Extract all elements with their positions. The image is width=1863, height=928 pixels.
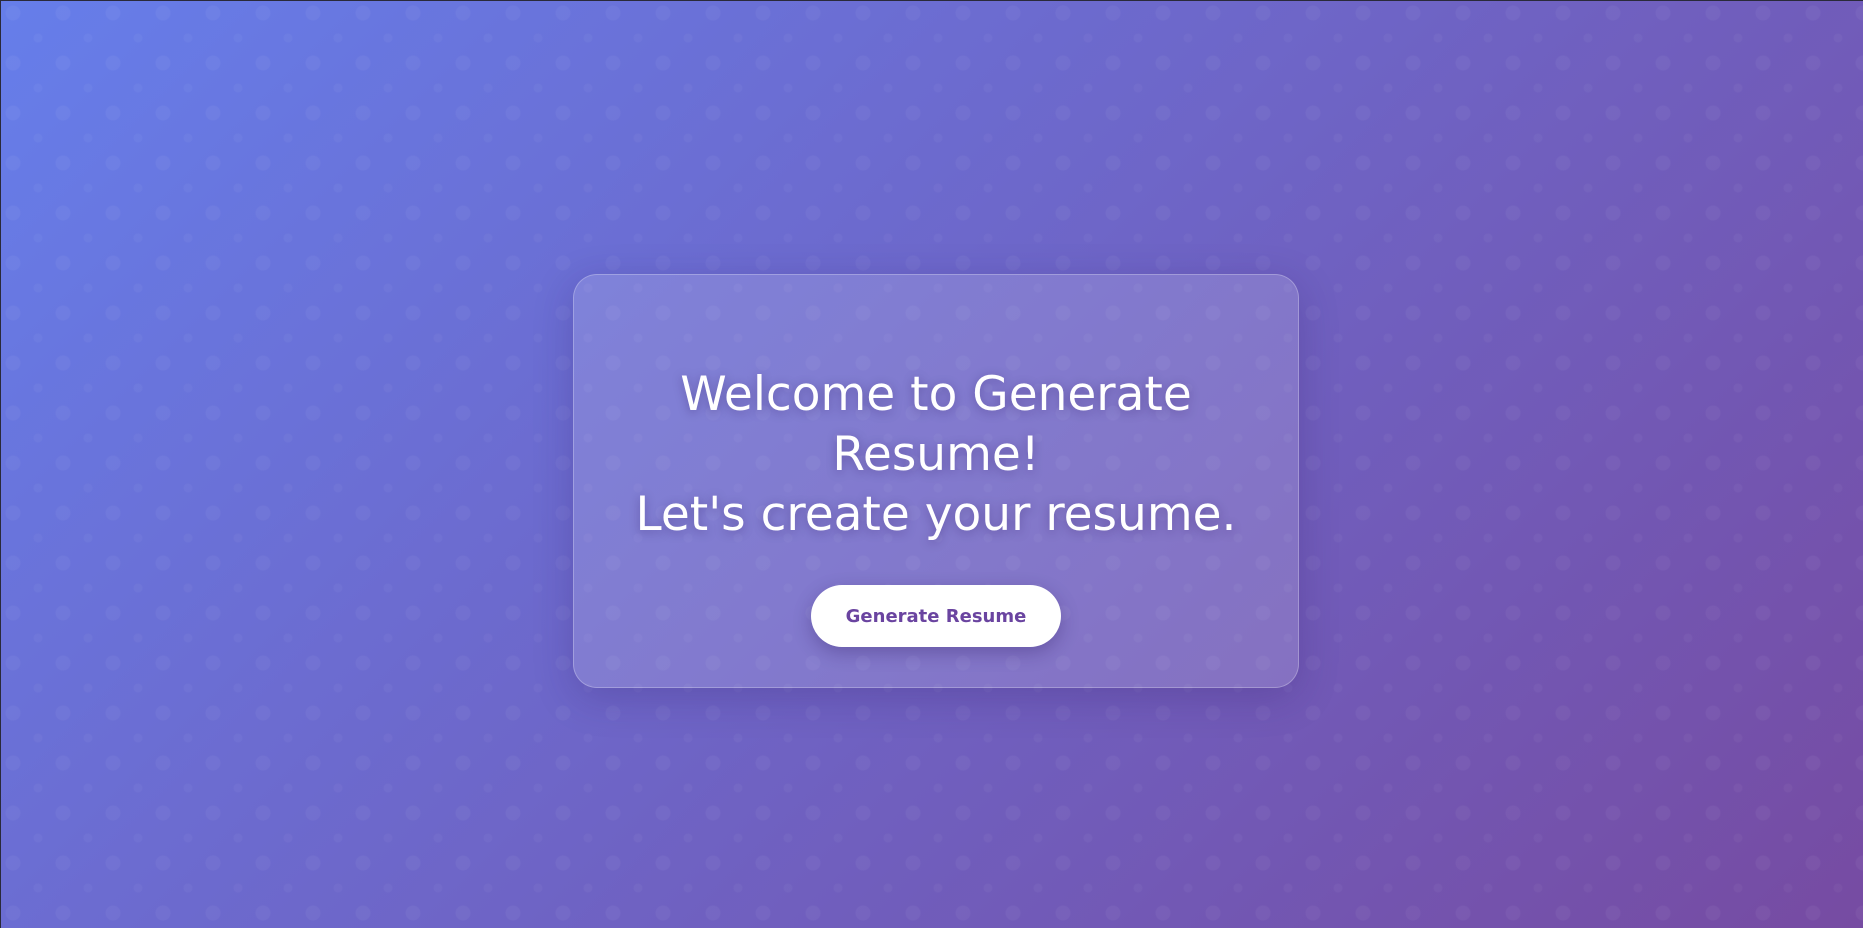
generate-resume-button[interactable]: Generate Resume [811,585,1061,647]
welcome-heading: Welcome to Generate Resume! Let's create… [616,365,1256,545]
welcome-card: Welcome to Generate Resume! Let's create… [573,274,1299,688]
welcome-heading-line2: Let's create your resume. [635,487,1237,542]
welcome-heading-line1: Welcome to Generate Resume! [680,367,1192,482]
